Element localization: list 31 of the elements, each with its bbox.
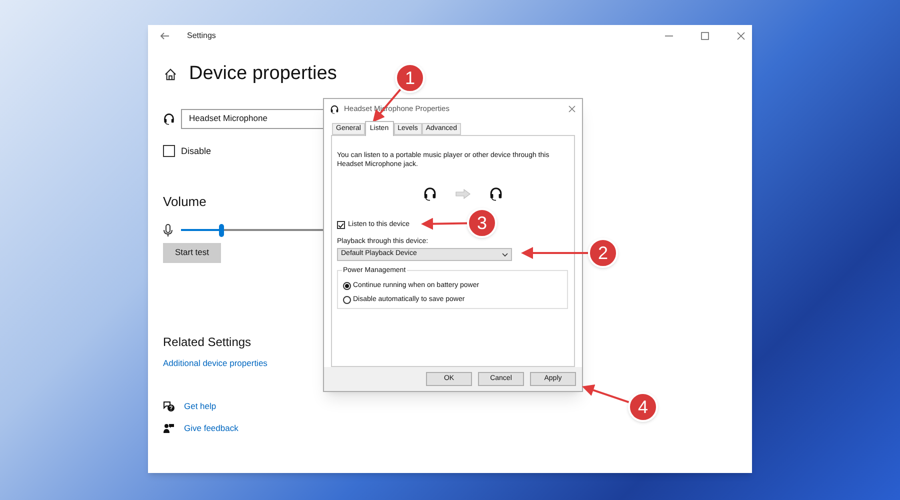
annotation-arrow <box>421 218 468 230</box>
annotation-arrow <box>521 247 588 259</box>
slider-thumb[interactable] <box>219 224 224 236</box>
chevron-down-icon <box>502 252 508 257</box>
start-test-button[interactable]: Start test <box>163 242 221 262</box>
listen-checkbox[interactable] <box>337 221 345 230</box>
back-arrow-icon[interactable] <box>160 32 170 40</box>
headset-icon <box>423 187 437 202</box>
close-icon[interactable] <box>736 31 746 41</box>
headset-icon <box>330 104 339 114</box>
volume-heading: Volume <box>163 193 206 211</box>
disable-label: Disable <box>181 144 212 158</box>
headset-icon <box>163 112 175 124</box>
additional-device-properties-link[interactable]: Additional device properties <box>163 356 268 370</box>
help-link[interactable]: Get help <box>184 400 216 413</box>
maximize-icon[interactable] <box>700 31 710 41</box>
annotation-arrow <box>582 384 630 404</box>
help-chat-icon <box>163 401 175 412</box>
related-settings-heading: Related Settings <box>163 334 252 350</box>
radio-button[interactable] <box>343 296 351 304</box>
microphone-icon <box>163 224 173 236</box>
page-heading: Device properties <box>189 62 337 86</box>
close-icon[interactable] <box>568 105 576 114</box>
home-icon[interactable] <box>164 68 177 81</box>
right-arrow-icon <box>455 189 471 200</box>
radio-button[interactable] <box>343 282 351 290</box>
disable-checkbox[interactable] <box>163 145 175 158</box>
feedback-person-icon <box>163 422 175 434</box>
headset-icon <box>489 187 503 202</box>
help-link[interactable]: Give feedback <box>184 422 238 435</box>
window-title: Settings <box>187 30 216 42</box>
